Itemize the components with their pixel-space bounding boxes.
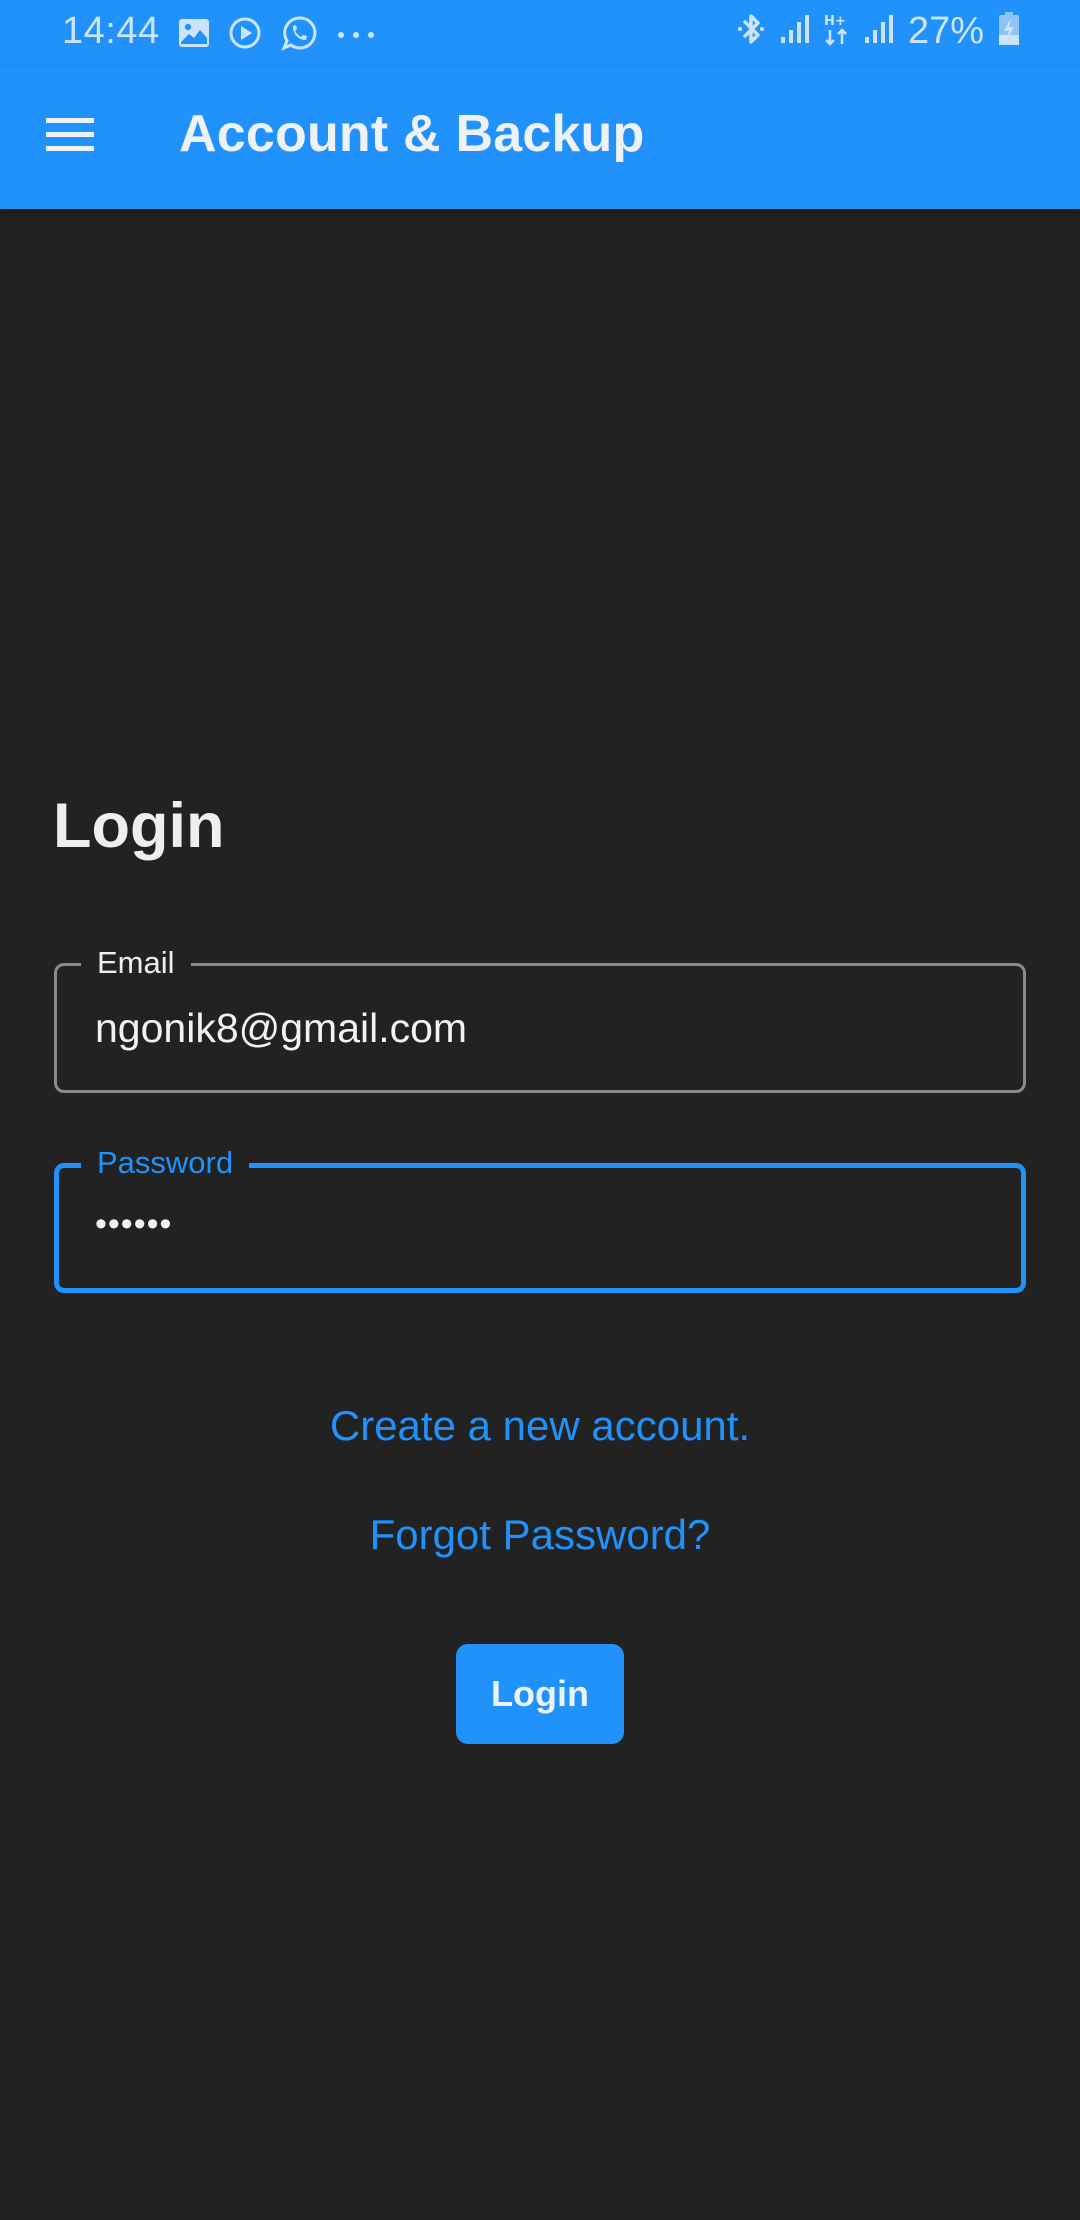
whatsapp-icon xyxy=(280,14,318,57)
h-plus-data-icon: H+ xyxy=(824,12,850,51)
hamburger-menu-icon xyxy=(46,116,94,157)
notification-icons xyxy=(178,14,376,57)
status-bar: 14:44 H+ 27% xyxy=(0,0,1080,68)
menu-button[interactable] xyxy=(30,96,110,176)
page-title: Account & Backup xyxy=(179,105,645,163)
email-field[interactable]: Email xyxy=(54,944,1026,1093)
login-button[interactable]: Login xyxy=(456,1644,624,1744)
more-dots-icon xyxy=(336,27,376,45)
battery-charging-icon xyxy=(998,12,1020,51)
system-icons: H+ 27% xyxy=(736,10,1020,53)
svg-text:H+: H+ xyxy=(824,14,846,29)
password-input[interactable] xyxy=(95,1164,1001,1284)
login-heading: Login xyxy=(53,791,225,861)
email-input[interactable] xyxy=(95,966,1003,1090)
password-field[interactable]: Password xyxy=(54,1144,1026,1293)
signal-icon xyxy=(780,13,810,50)
gallery-icon xyxy=(178,17,210,54)
app-bar: Account & Backup xyxy=(0,68,1080,209)
battery-percent: 27% xyxy=(907,10,984,52)
forgot-password-link[interactable]: Forgot Password? xyxy=(0,1511,1080,1559)
play-icon xyxy=(228,16,262,55)
status-time: 14:44 xyxy=(62,10,160,52)
create-account-link[interactable]: Create a new account. xyxy=(0,1402,1080,1450)
signal-icon xyxy=(864,13,894,50)
bluetooth-icon xyxy=(736,11,766,52)
